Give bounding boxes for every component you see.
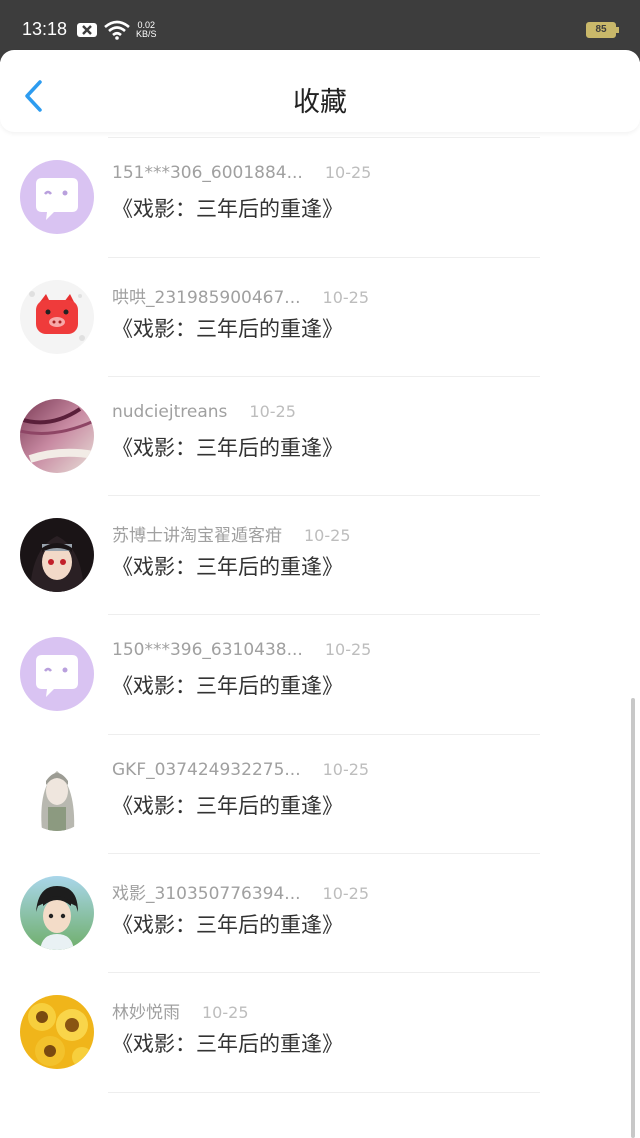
date: 10-25 — [324, 640, 372, 660]
item-meta: 林妙悦雨 10-25 — [112, 998, 249, 1023]
date: 10-25 — [322, 884, 370, 904]
item-meta: 哄哄_231985900467... 10-25 — [112, 283, 369, 308]
status-icons: 0.02 KB/S — [76, 20, 157, 40]
battery-indicator: 85 — [586, 22, 619, 38]
nav-bar: 收藏 — [0, 50, 640, 132]
chat-bubble-icon — [20, 160, 94, 235]
item-title[interactable]: 《戏影：三年后的重逢》 — [112, 551, 343, 581]
username[interactable]: nudciejtreans — [112, 402, 227, 422]
favorites-list[interactable]: 《戏影：三年后的重逢》 151***306_6001884... 10-25 《戏影… — [0, 132, 640, 1138]
item-meta: 150***396_6310438... 10-25 — [112, 640, 371, 660]
username[interactable]: 林妙悦雨 — [112, 1003, 180, 1023]
girl-sketch-icon — [20, 756, 94, 831]
date: 10-25 — [304, 526, 351, 546]
list-item[interactable]: 苏博士讲淘宝翟遁客疳 10-25 《戏影：三年后的重逢》 — [0, 496, 640, 616]
avatar[interactable] — [20, 995, 94, 1070]
item-meta: 戏影_310350776394... 10-25 — [112, 879, 369, 904]
wifi-icon — [104, 20, 130, 40]
list-item[interactable]: 林妙悦雨 10-25 《戏影：三年后的重逢》 — [0, 973, 640, 1093]
username[interactable]: GKF_037424932275... — [112, 760, 301, 780]
list-item[interactable]: GKF_037424932275... 10-25 《戏影：三年后的重逢》 — [0, 735, 640, 855]
avatar[interactable] — [20, 637, 94, 712]
username[interactable]: 哄哄_231985900467... — [112, 288, 301, 308]
item-title[interactable]: 《戏影：三年后的重逢》 — [112, 313, 343, 343]
avatar[interactable] — [20, 876, 94, 951]
list-item[interactable]: 戏影_310350776394... 10-25 《戏影：三年后的重逢》 — [0, 854, 640, 974]
flower-photo-icon — [20, 398, 94, 473]
item-meta: GKF_037424932275... 10-25 — [112, 760, 369, 780]
item-meta: nudciejtreans 10-25 — [112, 402, 296, 422]
date: 10-25 — [202, 1003, 249, 1023]
anime-boy-icon — [20, 876, 94, 951]
username[interactable]: 150***396_6310438... — [112, 640, 303, 660]
item-title[interactable]: 《戏影：三年后的重逢》 — [112, 909, 343, 939]
notification-icon — [77, 23, 97, 37]
item-title[interactable]: 《戏影：三年后的重逢》 — [112, 670, 343, 700]
item-title[interactable]: 《戏影：三年后的重逢》 — [112, 1028, 343, 1058]
anime-ninja-icon — [20, 518, 94, 593]
scrollbar[interactable] — [631, 698, 635, 1138]
item-title[interactable]: 《戏影：三年后的重逢》 — [112, 193, 343, 223]
date: 10-25 — [249, 401, 296, 421]
chat-bubble-icon — [20, 637, 94, 712]
avatar[interactable] — [20, 756, 94, 831]
page-title: 收藏 — [293, 87, 347, 118]
item-title[interactable]: 《戏影：三年后的重逢》 — [112, 790, 343, 820]
list-item[interactable]: 151***306_6001884... 10-25 《戏影：三年后的重逢》 — [0, 138, 640, 258]
red-pig-icon — [20, 279, 94, 354]
username[interactable]: 151***306_6001884... — [112, 163, 303, 183]
item-title[interactable]: 《戏影：三年后的重逢》 — [112, 432, 343, 462]
date: 10-25 — [324, 163, 372, 183]
date: 10-25 — [322, 287, 370, 307]
username[interactable]: 苏博士讲淘宝翟遁客疳 — [112, 526, 282, 546]
network-speed-unit: KB/S — [136, 29, 157, 39]
item-meta: 151***306_6001884... 10-25 — [112, 163, 371, 183]
list-item[interactable]: 哄哄_231985900467... 10-25 《戏影：三年后的重逢》 — [0, 258, 640, 377]
username[interactable]: 戏影_310350776394... — [112, 884, 301, 904]
sunflowers-icon — [20, 995, 94, 1070]
list-item[interactable]: 150***396_6310438... 10-25 《戏影：三年后的重逢》 — [0, 615, 640, 735]
avatar[interactable] — [20, 279, 94, 354]
list-item[interactable]: nudciejtreans 10-25 《戏影：三年后的重逢》 — [0, 377, 640, 497]
date: 10-25 — [322, 759, 370, 779]
avatar[interactable] — [20, 518, 94, 593]
avatar[interactable] — [20, 398, 94, 473]
divider — [108, 1091, 540, 1093]
item-meta: 苏博士讲淘宝翟遁客疳 10-25 — [112, 521, 351, 546]
avatar[interactable] — [20, 160, 94, 235]
network-speed: 0.02 KB/S — [136, 21, 157, 39]
status-time: 13:18 — [22, 19, 68, 39]
